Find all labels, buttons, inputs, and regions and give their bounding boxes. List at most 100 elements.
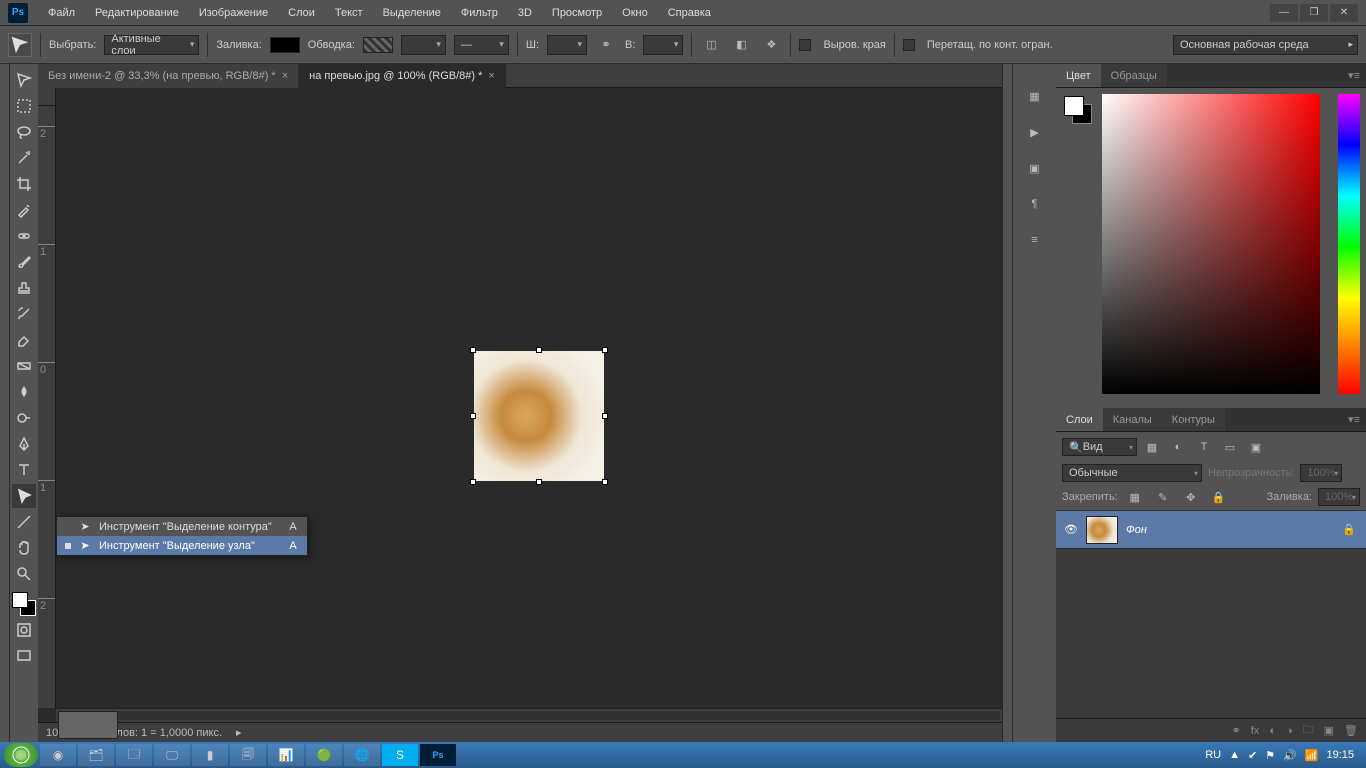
tray-clock[interactable]: 19:15 [1326,749,1354,761]
type-tool[interactable] [12,458,36,482]
history-brush-tool[interactable] [12,302,36,326]
menu-edit[interactable]: Редактирование [85,7,189,19]
fill-swatch[interactable] [270,37,300,53]
color-picker-field[interactable] [1102,94,1320,394]
filter-pixel-icon[interactable]: ▦ [1141,436,1163,458]
dodge-tool[interactable] [12,406,36,430]
flyout-item[interactable]: ➤ Инструмент "Выделение контура" A [57,517,307,536]
lock-all-icon[interactable]: 🔒 [1208,486,1230,508]
gradient-tool[interactable] [12,354,36,378]
task-icon[interactable]: 🗔 [116,744,152,766]
fill-opacity-input[interactable]: 100% [1318,488,1360,506]
screen-mode-toggle[interactable] [12,644,36,668]
new-group-icon[interactable]: 🗀 [1303,721,1314,740]
horizontal-scrollbar[interactable] [56,708,1002,722]
filter-shape-icon[interactable]: ▭ [1219,436,1241,458]
menu-window[interactable]: Окно [612,7,658,19]
filter-adjust-icon[interactable]: ◐ [1167,436,1189,458]
layers-tab[interactable]: Слои [1056,408,1103,431]
menu-layers[interactable]: Слои [278,7,325,19]
transform-handle[interactable] [470,479,476,485]
transform-handle[interactable] [602,479,608,485]
actions-panel-icon[interactable]: ▶ [1023,120,1047,144]
quick-mask-toggle[interactable] [12,618,36,642]
eyedropper-tool[interactable] [12,198,36,222]
stroke-style-dropdown[interactable]: — [454,35,509,55]
layer-name[interactable]: Фон [1126,524,1147,536]
status-arrow-icon[interactable]: ▸ [236,726,242,739]
menu-help[interactable]: Справка [658,7,721,19]
task-icon[interactable]: 🗐 [230,744,266,766]
tray-icon[interactable]: ⚑ [1265,749,1275,762]
fg-bg-swatches[interactable] [12,592,36,616]
task-icon[interactable]: ▮ [192,744,228,766]
tool-preset-icon[interactable] [8,33,32,57]
history-panel-icon[interactable]: ▦ [1023,84,1047,108]
layer-row[interactable]: 👁 Фон 🔒 [1056,511,1366,549]
menu-text[interactable]: Текст [325,7,373,19]
pen-tool[interactable] [12,432,36,456]
task-icon[interactable]: ◉ [40,744,76,766]
lasso-tool[interactable] [12,120,36,144]
lock-transparent-icon[interactable]: ▦ [1124,486,1146,508]
transform-handle[interactable] [602,413,608,419]
marquee-tool[interactable] [12,94,36,118]
brush-tool[interactable] [12,250,36,274]
task-photoshop-icon[interactable]: Ps [420,744,456,766]
magic-wand-tool[interactable] [12,146,36,170]
layer-thumbnail[interactable] [1086,516,1118,544]
task-icon[interactable]: 🟢 [306,744,342,766]
channels-tab[interactable]: Каналы [1103,408,1162,431]
menu-view[interactable]: Просмотр [542,7,612,19]
paths-tab[interactable]: Контуры [1162,408,1225,431]
select-mode-dropdown[interactable]: Активные слои [104,35,199,55]
link-wh-icon[interactable]: ⚭ [595,34,617,56]
height-input[interactable] [643,35,683,55]
tray-lang[interactable]: RU [1205,749,1221,761]
transform-handle[interactable] [602,347,608,353]
filter-smart-icon[interactable]: ▣ [1245,436,1267,458]
stroke-width-dropdown[interactable] [401,35,446,55]
move-tool[interactable] [12,68,36,92]
canvas[interactable]: ➤ Инструмент "Выделение контура" A ➤ Инс… [56,106,1002,708]
layer-style-icon[interactable]: fx [1251,725,1260,737]
lock-position-icon[interactable]: ✥ [1180,486,1202,508]
pathop-2-icon[interactable]: ◧ [730,34,752,56]
swatches-tab[interactable]: Образцы [1101,64,1167,87]
transform-handle[interactable] [470,347,476,353]
visibility-toggle-icon[interactable]: 👁 [1056,523,1086,536]
panel-fg-bg-swatch[interactable] [1064,96,1092,124]
color-tab[interactable]: Цвет [1056,64,1101,87]
task-icon[interactable]: 🖵 [154,744,190,766]
menu-select[interactable]: Выделение [373,7,451,19]
stroke-swatch[interactable] [363,37,393,53]
align-edges-checkbox[interactable] [799,39,811,51]
transform-handle[interactable] [536,347,542,353]
constrain-drag-checkbox[interactable] [903,39,915,51]
tray-icon[interactable]: ✔ [1248,749,1257,762]
filter-type-icon[interactable]: T [1193,436,1215,458]
menu-image[interactable]: Изображение [189,7,278,19]
tray-volume-icon[interactable]: 🔊 [1283,749,1297,762]
new-layer-icon[interactable]: ▣ [1324,724,1334,737]
width-input[interactable] [547,35,587,55]
menu-file[interactable]: Файл [38,7,85,19]
link-layers-icon[interactable]: ⚭ [1232,724,1241,737]
stamp-tool[interactable] [12,276,36,300]
eraser-tool[interactable] [12,328,36,352]
maximize-button[interactable]: ❐ [1300,4,1328,22]
lock-pixels-icon[interactable]: ✎ [1152,486,1174,508]
close-button[interactable]: ✕ [1330,4,1358,22]
task-chrome-icon[interactable]: 🌐 [344,744,380,766]
document-tab[interactable]: на превью.jpg @ 100% (RGB/8#) *× [299,64,506,88]
transform-handle[interactable] [536,479,542,485]
character-panel-icon[interactable]: ¶ [1023,192,1047,216]
menu-filter[interactable]: Фильтр [451,7,508,19]
opacity-input[interactable]: 100% [1300,464,1342,482]
minimize-button[interactable]: — [1270,4,1298,22]
zoom-tool[interactable] [12,562,36,586]
selected-image[interactable] [474,351,604,481]
healing-tool[interactable] [12,224,36,248]
tray-network-icon[interactable]: 📶 [1305,749,1319,762]
adjustment-layer-icon[interactable]: ◑ [1286,725,1293,737]
